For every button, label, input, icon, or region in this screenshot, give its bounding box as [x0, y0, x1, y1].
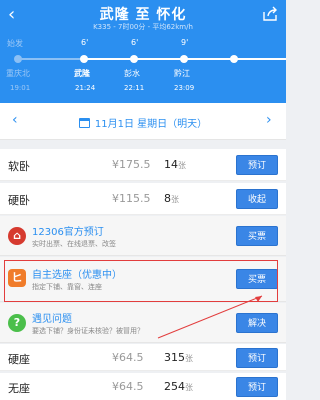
- seat-price: ¥64.5: [112, 380, 144, 393]
- solve-button[interactable]: 解决: [236, 313, 278, 333]
- train-info: K335 - 7时00分 - 平均62km/h: [93, 23, 193, 31]
- station-dot: [180, 55, 188, 63]
- book-button[interactable]: 预订: [236, 377, 278, 397]
- collapse-button[interactable]: 收起: [236, 189, 278, 209]
- seat-price: ¥115.5: [112, 192, 151, 205]
- highlight-box: [4, 260, 278, 302]
- book-button[interactable]: 预订: [236, 348, 278, 368]
- station-dot: [14, 55, 22, 63]
- option-title: 12306官方预订: [32, 227, 104, 238]
- seat-row: 硬卧 ¥115.5 8张 收起: [0, 183, 286, 215]
- next-day-button[interactable]: ›: [266, 113, 272, 127]
- count-value: 14: [164, 158, 178, 171]
- seat-count: 14张: [164, 158, 186, 171]
- date-selector[interactable]: 11月1日 星期日（明天）: [0, 115, 286, 130]
- date-text: 11月1日: [94, 119, 134, 130]
- route-line-past: [18, 58, 84, 60]
- count-value: 8: [164, 192, 171, 205]
- count-unit: 张: [185, 354, 193, 363]
- share-icon[interactable]: [262, 6, 278, 22]
- station-time: 19:01: [10, 84, 31, 92]
- station-dot: [80, 55, 88, 63]
- option-title: 遇见问题: [32, 314, 72, 325]
- seat-count: 315张: [164, 351, 193, 364]
- count-value: 254: [164, 380, 185, 393]
- seat-type: 硬座: [8, 353, 30, 366]
- station-dot: [130, 55, 138, 63]
- seat-row: 无座 ¥64.5 254张 预订: [0, 373, 286, 400]
- option-desc: 要选下铺？身份证未核验？被冒用？: [32, 327, 144, 335]
- booking-option: ⌂ 12306官方预订 实时出票、在线退票、改签 买票: [0, 216, 286, 256]
- station-time: 22:11: [124, 84, 145, 92]
- seat-count: 8张: [164, 192, 179, 205]
- count-unit: 张: [178, 161, 186, 170]
- station-duration: 6': [131, 38, 139, 47]
- seat-type: 软卧: [8, 160, 30, 173]
- station-duration: 始发: [7, 39, 23, 48]
- station-duration: 9': [181, 38, 189, 47]
- station-time: 21:24: [75, 84, 96, 92]
- calendar-icon: [78, 118, 90, 128]
- page-title: 武隆 至 怀化: [99, 7, 187, 23]
- station-name: 彭水: [124, 69, 140, 78]
- seat-price: ¥64.5: [112, 351, 144, 364]
- seat-type: 无座: [8, 382, 30, 395]
- station-duration: 6': [81, 38, 89, 47]
- station-name: 黔江: [174, 69, 190, 78]
- option-desc: 实时出票、在线退票、改签: [32, 240, 116, 248]
- question-icon: ?: [8, 314, 26, 332]
- station-name: 武隆: [74, 69, 90, 78]
- book-button[interactable]: 预订: [236, 155, 278, 175]
- count-value: 315: [164, 351, 185, 364]
- count-unit: 张: [171, 195, 179, 204]
- booking-option: ? 遇见问题 要选下铺？身份证未核验？被冒用？ 解决: [0, 303, 286, 343]
- station-time: 23:09: [174, 84, 195, 92]
- date-bar: ‹ 11月1日 星期日（明天） ›: [0, 103, 286, 140]
- seat-count: 254张: [164, 380, 193, 393]
- count-unit: 张: [185, 383, 193, 392]
- 12306-logo-icon: ⌂: [8, 227, 26, 245]
- seat-type: 硬卧: [8, 194, 30, 207]
- station-dot: [230, 55, 238, 63]
- header: ‹ 武隆 至 怀化 K335 - 7时00分 - 平均62km/h 始发 重庆北…: [0, 0, 286, 103]
- buy-ticket-button[interactable]: 买票: [236, 226, 278, 246]
- seat-row: 软卧 ¥175.5 14张 预订: [0, 149, 286, 181]
- weekday-text: 星期日（明天）: [137, 119, 208, 130]
- station-name: 重庆北: [6, 69, 30, 78]
- seat-row: 硬座 ¥64.5 315张 预订: [0, 344, 286, 371]
- seat-price: ¥175.5: [112, 158, 151, 171]
